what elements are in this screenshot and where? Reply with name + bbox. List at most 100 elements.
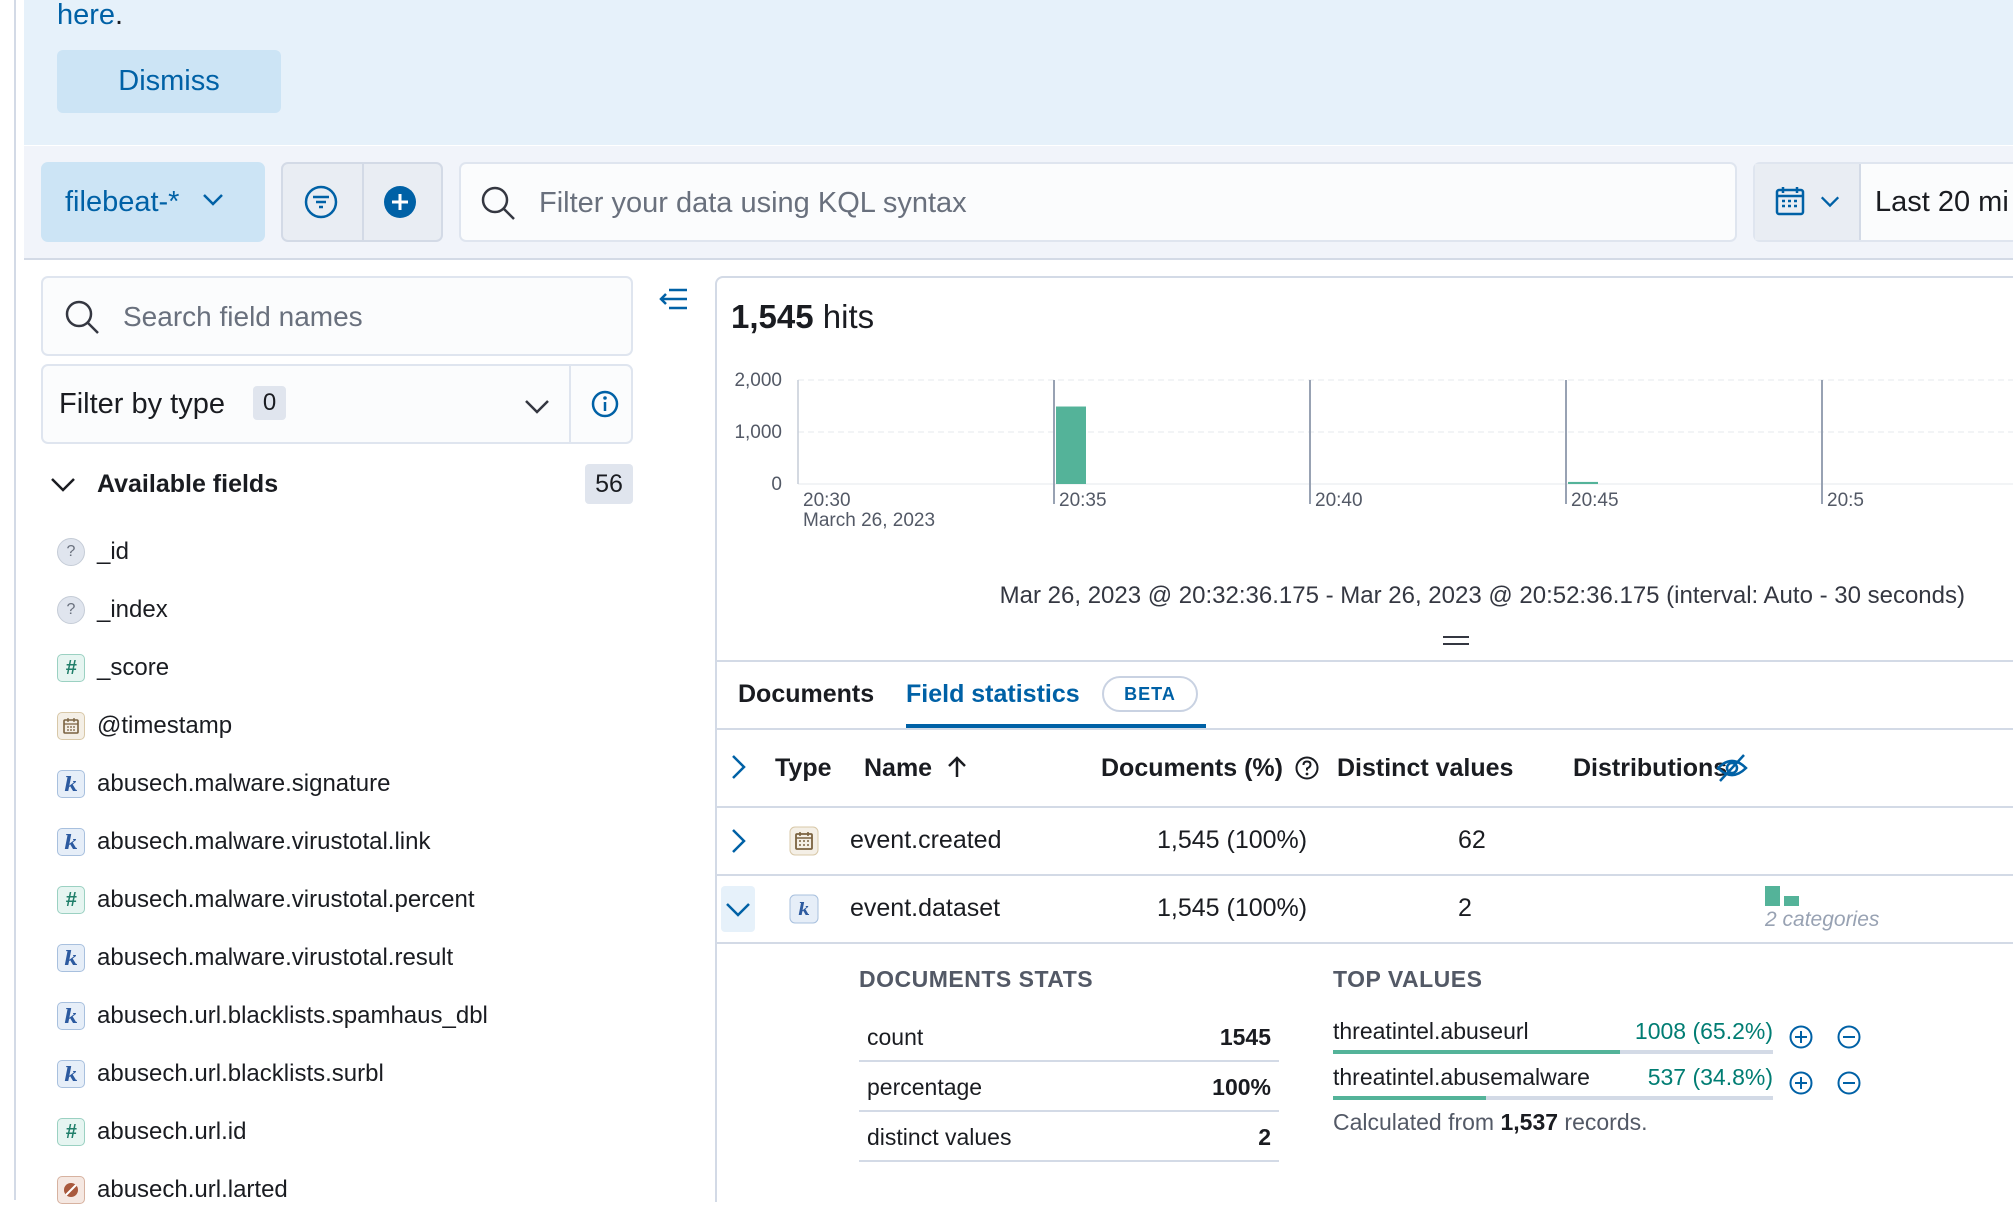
field-list-item[interactable]: ? _index bbox=[57, 581, 617, 639]
top-value-bar-fill bbox=[1333, 1096, 1487, 1100]
add-filter-icon[interactable] bbox=[380, 182, 420, 227]
search-icon bbox=[63, 298, 101, 341]
column-header-name[interactable]: Name bbox=[864, 754, 969, 783]
top-value-row: threatintel.abusemalware 537 (34.8%) bbox=[1333, 1058, 1773, 1104]
stats-row: distinct values 2 bbox=[859, 1112, 1279, 1162]
info-icon[interactable] bbox=[589, 388, 621, 425]
top-value-count: 537 (34.8%) bbox=[1647, 1064, 1773, 1090]
filter-for-value-icon[interactable] bbox=[1788, 1070, 1814, 1096]
filter-for-value-icon[interactable] bbox=[1788, 1024, 1814, 1050]
view-tabs: Documents Field statistics BETA bbox=[715, 662, 2013, 730]
data-view-picker[interactable]: filebeat-* bbox=[41, 162, 265, 242]
keyword-type-icon: k bbox=[57, 770, 85, 798]
top-value-name: threatintel.abusemalware bbox=[1333, 1064, 1590, 1090]
histogram-bar bbox=[1568, 481, 1598, 484]
field-name: abusech.url.blacklists.surbl bbox=[97, 1060, 384, 1087]
documents-cell: 1,545 (100%) bbox=[1157, 826, 1308, 854]
y-tick-label: 2,000 bbox=[734, 370, 782, 391]
kql-search-field[interactable] bbox=[459, 162, 1737, 242]
table-row[interactable]: k event.dataset 1,545 (100%) 2 2 categor… bbox=[715, 876, 2013, 944]
available-fields-header[interactable]: Available fields 56 bbox=[49, 464, 633, 506]
quick-menu-button[interactable] bbox=[1755, 164, 1861, 240]
field-list-item[interactable]: k abusech.url.blacklists.spamhaus_dbl bbox=[57, 987, 617, 1045]
column-header-type[interactable]: Type bbox=[775, 754, 832, 783]
dismiss-button[interactable]: Dismiss bbox=[57, 50, 281, 113]
calculated-from-text: Calculated from 1,537 records. bbox=[1333, 1109, 1648, 1136]
chevron-down-icon bbox=[726, 903, 750, 917]
stat-label: count bbox=[867, 1024, 924, 1050]
tab-documents[interactable]: Documents bbox=[738, 680, 874, 709]
filter-menu-icon[interactable] bbox=[301, 182, 341, 227]
filter-by-type[interactable]: Filter by type 0 bbox=[41, 364, 633, 444]
field-list-item[interactable]: # abusech.malware.virustotal.percent bbox=[57, 871, 617, 929]
top-values-title: TOP VALUES bbox=[1333, 966, 1483, 992]
beta-badge: BETA bbox=[1102, 676, 1198, 712]
question-icon bbox=[1295, 756, 1319, 780]
expanded-row-details: DOCUMENTS STATS count 1545 percentage 100%… bbox=[715, 944, 2013, 1200]
x-tick-label: 20:45 bbox=[1571, 490, 1619, 511]
field-list-item[interactable]: @timestamp bbox=[57, 697, 617, 755]
tab-field-statistics[interactable]: Field statistics bbox=[906, 680, 1080, 709]
top-value-row: threatintel.abuseurl 1008 (65.2%) bbox=[1333, 1012, 1773, 1058]
distinct-values-cell: 2 bbox=[1458, 894, 1472, 922]
x-tick-label: 20:5 bbox=[1827, 490, 1864, 511]
calc-prefix: Calculated from bbox=[1333, 1109, 1495, 1135]
column-header-documents-label: Documents (%) bbox=[1101, 754, 1283, 782]
chevron-right-icon bbox=[732, 829, 746, 853]
stat-label: percentage bbox=[867, 1074, 983, 1100]
data-view-label: filebeat-* bbox=[65, 185, 180, 218]
field-name: abusech.url.blacklists.spamhaus_dbl bbox=[97, 1002, 488, 1029]
stats-row: count 1545 bbox=[859, 1012, 1279, 1062]
field-list-item[interactable]: k abusech.malware.signature bbox=[57, 755, 617, 813]
field-search-input[interactable] bbox=[121, 292, 615, 342]
expand-all-button[interactable] bbox=[721, 744, 755, 790]
field-list-item[interactable]: abusech.url.larted bbox=[57, 1161, 617, 1219]
field-name: abusech.malware.signature bbox=[97, 770, 391, 797]
table-row[interactable]: event.created 1,545 (100%) 62 bbox=[715, 808, 2013, 876]
eye-closed-icon[interactable] bbox=[1715, 752, 1749, 789]
mini-distribution-chart bbox=[1765, 882, 1805, 911]
field-list-item[interactable]: ? _id bbox=[57, 523, 617, 581]
y-tick-label: 1,000 bbox=[734, 422, 782, 443]
resize-handle[interactable] bbox=[1443, 636, 1469, 650]
field-list-item[interactable]: k abusech.url.blacklists.surbl bbox=[57, 1045, 617, 1103]
column-header-name-label: Name bbox=[864, 754, 933, 782]
chevron-down-icon bbox=[49, 472, 77, 501]
expand-row-button[interactable] bbox=[721, 818, 755, 864]
documents-stats-title: DOCUMENTS STATS bbox=[859, 966, 1094, 992]
table-header: Type Name Documents (%) Distinct values … bbox=[715, 730, 2013, 808]
field-search-box[interactable] bbox=[41, 276, 633, 356]
field-name: @timestamp bbox=[97, 712, 233, 739]
collapse-row-button[interactable] bbox=[721, 886, 755, 932]
sort-ascending-icon bbox=[948, 756, 966, 777]
histogram-chart[interactable]: 2,000 1,000 0 20:30 20:35 20:40 20:45 20:5 March… bbox=[715, 360, 2013, 560]
field-list-item[interactable]: # abusech.url.id bbox=[57, 1103, 617, 1161]
filter-out-value-icon[interactable] bbox=[1836, 1024, 1862, 1050]
active-tab-indicator bbox=[906, 724, 1206, 728]
filter-count-badge: 0 bbox=[253, 386, 286, 420]
stat-value: 2 bbox=[1258, 1124, 1271, 1150]
filter-by-type-label: Filter by type bbox=[59, 388, 225, 420]
date-type-icon bbox=[57, 712, 85, 740]
hits-label: hits bbox=[822, 298, 875, 335]
histogram-bar bbox=[1056, 406, 1086, 484]
collapse-sidebar-icon[interactable] bbox=[657, 286, 689, 317]
field-name: abusech.malware.virustotal.result bbox=[97, 944, 454, 971]
number-type-icon: # bbox=[57, 886, 85, 914]
hits-count: 1,545 bbox=[731, 298, 814, 335]
field-list-item[interactable]: k abusech.malware.virustotal.result bbox=[57, 929, 617, 987]
field-list-item[interactable]: # _score bbox=[57, 639, 617, 697]
field-name: _index bbox=[97, 596, 168, 623]
x-tick-label: 20:30 bbox=[803, 490, 851, 511]
column-header-distinct[interactable]: Distinct values bbox=[1337, 754, 1513, 783]
column-header-distributions[interactable]: Distributions bbox=[1573, 754, 1727, 783]
date-range-label[interactable]: Last 20 mi bbox=[1875, 186, 2009, 219]
kql-input[interactable] bbox=[537, 178, 1721, 228]
callout-link[interactable]: here bbox=[57, 0, 115, 31]
date-picker[interactable]: Last 20 mi bbox=[1753, 162, 2013, 242]
calc-count: 1,537 bbox=[1500, 1109, 1559, 1135]
field-list-item[interactable]: k abusech.malware.virustotal.link bbox=[57, 813, 617, 871]
chevron-down-icon bbox=[201, 186, 225, 219]
column-header-documents[interactable]: Documents (%) bbox=[1101, 754, 1320, 783]
filter-out-value-icon[interactable] bbox=[1836, 1070, 1862, 1096]
